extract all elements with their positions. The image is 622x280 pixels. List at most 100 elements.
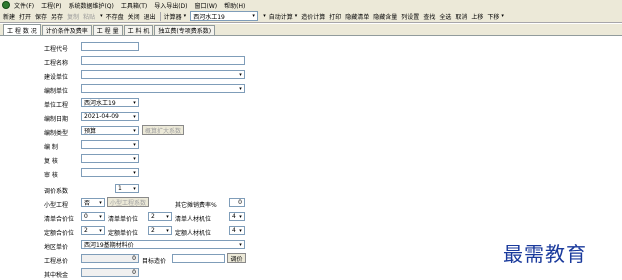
chevron-down-icon[interactable]: ▾ [131, 169, 138, 176]
other-fee-rate-input[interactable]: 0 [229, 198, 245, 207]
reviewer-combo[interactable]: ▾ [81, 154, 139, 163]
menu-project[interactable]: 工程(P) [41, 1, 61, 10]
chevron-down-icon[interactable]: ▾ [131, 141, 138, 148]
find-button[interactable]: 查找 [423, 12, 435, 21]
chevron-down-icon[interactable]: ▾ [164, 227, 171, 234]
list-precision-label: 清单合价位 [44, 216, 75, 223]
quota-labor-value: 4 [232, 227, 236, 234]
hide-content-button[interactable]: 隐藏含量 [373, 12, 397, 21]
target-cost-input[interactable] [172, 254, 225, 263]
compile-type-value: 预算 [84, 128, 97, 135]
project-code-input[interactable] [81, 42, 139, 51]
list-precision-combo[interactable]: 0 ▾ [81, 212, 105, 221]
quota-unit-price-combo[interactable]: 2 ▾ [148, 226, 172, 235]
menu-window[interactable]: 窗口(W) [195, 1, 218, 10]
column-settings-button[interactable]: 列设置 [401, 12, 419, 21]
quota-precision-combo[interactable]: 2 ▾ [81, 226, 105, 235]
region-price-combo[interactable]: 西河19基期材料价 ▾ [81, 240, 245, 249]
price-coef-combo[interactable]: 1 ▾ [115, 184, 139, 193]
chevron-down-icon[interactable]: ▾ [131, 113, 138, 120]
compile-date-picker[interactable]: 2021-04-09 ▾ [81, 112, 139, 121]
reviewer-label: 复 核 [44, 158, 58, 165]
compile-date-value: 2021-04-09 [84, 113, 119, 120]
auto-calc-dropdown-icon[interactable]: ▾ [295, 13, 298, 19]
move-down-button[interactable]: 下移 [487, 12, 499, 21]
chevron-down-icon[interactable]: ▾ [97, 199, 104, 206]
tab-bar: 工 程 数 况 计价条件及费率 工 程 量 工 料 机 独立费(专项费系数) [0, 24, 622, 36]
exit-button[interactable]: 退出 [144, 12, 156, 21]
watermark-logo: 最需教育 [503, 242, 587, 266]
list-precision-value: 0 [84, 213, 88, 220]
chevron-down-icon[interactable]: ▾ [237, 213, 244, 220]
menu-import-export[interactable]: 导入导出(D) [154, 1, 187, 10]
chevron-down-icon[interactable]: ▾ [237, 227, 244, 234]
move-down-dropdown-icon[interactable]: ▾ [501, 13, 504, 19]
menu-toolbox[interactable]: 工具箱(T) [121, 1, 147, 10]
menu-system-data[interactable]: 系统数据维护(Q) [68, 1, 113, 10]
save-button[interactable]: 保存 [35, 12, 47, 21]
tab-labor-material-machine[interactable]: 工 料 机 [123, 25, 154, 35]
save-as-button[interactable]: 另存 [51, 12, 63, 21]
select-all-button[interactable]: 全选 [439, 12, 451, 21]
auditor-combo[interactable]: ▾ [81, 168, 139, 177]
new-button[interactable]: 新建 [3, 12, 15, 21]
cancel-button[interactable]: 取消 [455, 12, 467, 21]
hide-list-button[interactable]: 隐藏清单 [345, 12, 369, 21]
chevron-down-icon[interactable]: ▾ [131, 127, 138, 134]
unit-project-label: 单位工程 [44, 102, 69, 109]
unit-project-combo[interactable]: 西河水工19 ▾ [81, 98, 139, 107]
auto-calc-menu[interactable]: 自动计算 [269, 12, 293, 21]
list-labor-combo[interactable]: 4 ▾ [229, 212, 245, 221]
no-save-button[interactable]: 不存盘 [106, 12, 124, 21]
chevron-down-icon[interactable]: ▾ [97, 227, 104, 234]
quota-labor-combo[interactable]: 4 ▾ [229, 226, 245, 235]
total-cost-label: 工程总价 [44, 258, 69, 265]
tab-pricing-conditions[interactable]: 计价条件及费率 [41, 25, 92, 35]
compiler-combo[interactable]: ▾ [81, 140, 139, 149]
paste-button[interactable]: 粘贴 [83, 12, 95, 21]
list-labor-label: 清单人材机位 [175, 216, 212, 223]
project-name-input[interactable] [81, 56, 245, 65]
chevron-down-icon[interactable]: ▾ [131, 155, 138, 162]
price-coef-label: 调价系数 [44, 188, 69, 195]
calculator-dropdown-icon[interactable]: ▾ [184, 13, 187, 19]
adjust-price-button[interactable]: 调价 [227, 253, 246, 263]
tax-label: 其中税金 [44, 272, 69, 279]
print-button[interactable]: 打印 [329, 12, 341, 21]
paste-dropdown-icon[interactable]: ▾ [100, 13, 103, 19]
compile-type-combo[interactable]: 预算 ▾ [81, 126, 139, 135]
region-price-label: 地区单价 [44, 244, 69, 251]
menu-help[interactable]: 帮助(H) [224, 1, 245, 10]
tab-independent-fees[interactable]: 独立费(专项费系数) [154, 25, 216, 35]
region-combo[interactable]: 西河水工19 ▾ [190, 11, 259, 21]
chevron-down-icon[interactable]: ▾ [97, 213, 104, 220]
copy-button[interactable]: 复制 [67, 12, 79, 21]
tab-quantities[interactable]: 工 程 量 [92, 25, 123, 35]
chevron-down-icon[interactable]: ▾ [250, 12, 257, 20]
compile-date-label: 编制日期 [44, 116, 69, 123]
chevron-down-icon[interactable]: ▾ [237, 71, 244, 78]
region-extra-dropdown-icon[interactable]: ▾ [263, 13, 266, 19]
open-button[interactable]: 打开 [19, 12, 31, 21]
list-unit-price-value: 2 [151, 213, 155, 220]
list-labor-value: 4 [232, 213, 236, 220]
chevron-down-icon[interactable]: ▾ [131, 99, 138, 106]
move-up-button[interactable]: 上移 [471, 12, 483, 21]
chevron-down-icon[interactable]: ▾ [131, 185, 138, 192]
calculator-menu[interactable]: 计算器 [164, 12, 182, 21]
list-unit-price-combo[interactable]: 2 ▾ [148, 212, 172, 221]
compile-unit-combo[interactable]: ▾ [81, 84, 245, 93]
toolbar: 新建 打开 保存 另存 复制 粘贴 ▾ 不存盘 关闭 退出 计算器 ▾ 西河水工19… [0, 10, 622, 23]
small-project-combo[interactable]: 否 ▾ [81, 198, 105, 207]
small-project-coef-button[interactable]: 小型工程系数 [107, 197, 149, 207]
menu-file[interactable]: 文件(F) [14, 1, 34, 10]
tab-project-overview[interactable]: 工 程 数 况 [3, 24, 41, 35]
chevron-down-icon[interactable]: ▾ [164, 213, 171, 220]
build-unit-combo[interactable]: ▾ [81, 70, 245, 79]
chevron-down-icon[interactable]: ▾ [237, 241, 244, 248]
chevron-down-icon[interactable]: ▾ [237, 85, 244, 92]
close-button[interactable]: 关闭 [128, 12, 140, 21]
compile-type-label: 编制类型 [44, 130, 69, 137]
cost-calc-button[interactable]: 造价计算 [301, 12, 325, 21]
expand-coef-button[interactable]: 概算扩大系数 [142, 125, 184, 135]
